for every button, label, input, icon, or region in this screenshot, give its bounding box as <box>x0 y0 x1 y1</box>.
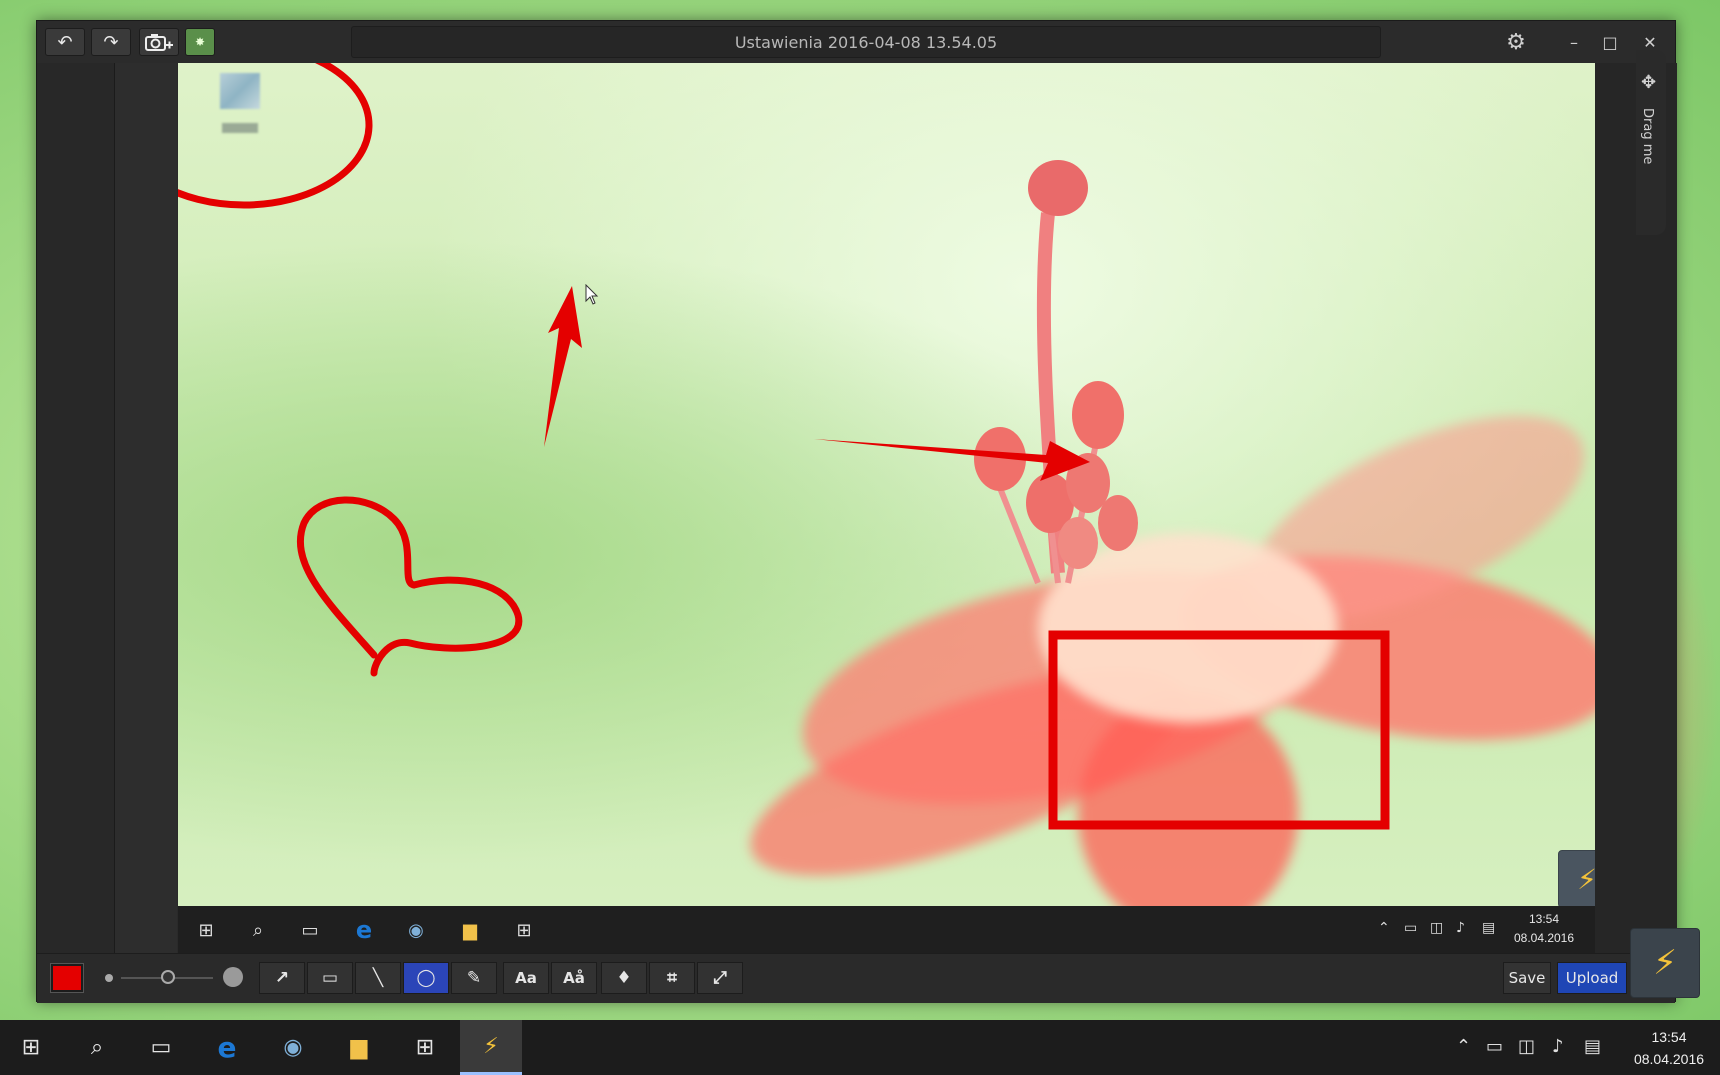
edge-icon: e <box>217 1031 237 1064</box>
captured-clock: 13:54 08.04.2016 <box>1507 910 1581 948</box>
app-tray-badge: ⚡ <box>1558 850 1595 908</box>
settings-button[interactable]: ⚙ <box>1499 27 1533 57</box>
task-view-icon: ▭ <box>301 919 319 941</box>
fx-icon: ✸ <box>194 35 206 49</box>
steam-icon: ◉ <box>408 919 424 941</box>
arrow-icon: ↗ <box>274 968 290 988</box>
action-center-icon[interactable]: ▤ <box>1584 1036 1601 1057</box>
screenshot-canvas[interactable]: ⚡ ⊞ ⌕ ▭ e ◉ ▆ ⊞ ⌃ ▭ ◫ ♪ ▤ 13:54 08.04.20… <box>178 63 1595 953</box>
arrow-tool-button[interactable]: ↗ <box>259 962 305 994</box>
new-capture-button[interactable] <box>139 28 179 56</box>
size-max-indicator <box>223 967 243 987</box>
edge-icon: e <box>355 916 373 944</box>
gear-icon: ⚙ <box>1506 29 1526 55</box>
crop-icon: ⌗ <box>667 968 677 988</box>
annotation-rectangle <box>1048 630 1390 830</box>
folder-icon: ▆ <box>463 919 477 941</box>
window-title: Ustawienia 2016-04-08 13.54.05 <box>351 26 1381 58</box>
left-panel <box>37 63 115 953</box>
resize-icon: ⤢ <box>713 968 727 988</box>
search-icon: ⌕ <box>252 919 264 941</box>
windows-start-icon: ⊞ <box>21 1035 41 1060</box>
network-icon: ◫ <box>1430 920 1444 936</box>
lightning-icon: ⚡ <box>1653 943 1677 983</box>
tray-chevron-icon: ⌃ <box>1378 920 1390 936</box>
screenshot-editor-window: ↶ ↷ ✸ Ustawienia 2016-04-08 13.54.05 ⚙ –… <box>36 20 1677 1003</box>
camera-plus-icon <box>145 34 173 51</box>
annotation-arrow-right <box>814 439 1090 481</box>
maximize-button[interactable]: □ <box>1593 27 1627 57</box>
store-icon: ⊞ <box>415 1035 435 1060</box>
rectangle-tool-button[interactable]: ▭ <box>307 962 353 994</box>
search-icon: ⌕ <box>90 1035 104 1060</box>
lightning-icon: ⚡ <box>1577 862 1595 896</box>
redo-button[interactable]: ↷ <box>91 28 131 56</box>
droplet-icon: ♦ <box>616 968 632 988</box>
steam-button[interactable]: ◉ <box>262 1020 324 1075</box>
title-bar: ↶ ↷ ✸ Ustawienia 2016-04-08 13.54.05 ⚙ –… <box>37 21 1675 63</box>
battery-icon: ▭ <box>1404 920 1418 936</box>
resize-tool-button[interactable]: ⤢ <box>697 962 743 994</box>
file-explorer-button[interactable]: ▆ <box>328 1020 390 1075</box>
minimize-button[interactable]: – <box>1557 27 1591 57</box>
screenshot-app-button[interactable]: ⚡ <box>460 1020 522 1075</box>
size-min-indicator <box>105 974 113 982</box>
text-style-icon: Aå <box>563 969 585 987</box>
start-button[interactable]: ⊞ <box>0 1020 62 1075</box>
rectangle-icon: ▭ <box>321 968 339 988</box>
annotation-layer <box>178 63 1390 830</box>
crop-tool-button[interactable]: ⌗ <box>649 962 695 994</box>
redo-icon: ↷ <box>103 31 119 53</box>
effects-button[interactable]: ✸ <box>185 28 215 56</box>
tray-chevron-icon[interactable]: ⌃ <box>1456 1036 1471 1057</box>
left-panel-inner <box>115 63 177 953</box>
notification-icon: ▤ <box>1482 920 1496 936</box>
captured-time: 13:54 <box>1528 912 1560 926</box>
drag-handle[interactable]: ✥ Drag me <box>1636 50 1666 235</box>
undo-button[interactable]: ↶ <box>45 28 85 56</box>
steam-icon: ◉ <box>283 1035 303 1060</box>
undo-icon: ↶ <box>57 31 73 53</box>
annotation-arrow-up <box>544 286 582 447</box>
line-icon: ╲ <box>372 968 384 988</box>
system-clock[interactable]: 13:54 08.04.2016 <box>1626 1026 1712 1070</box>
store-button[interactable]: ⊞ <box>394 1020 456 1075</box>
move-icon: ✥ <box>1641 72 1657 93</box>
ellipse-icon: ◯ <box>416 968 436 988</box>
volume-icon[interactable]: ♪ <box>1552 1036 1564 1057</box>
blur-tool-button[interactable]: ♦ <box>601 962 647 994</box>
task-view-icon: ▭ <box>150 1035 172 1060</box>
text-tool-button[interactable]: Aa <box>503 962 549 994</box>
clock-time: 13:54 <box>1651 1029 1687 1045</box>
windows-taskbar: ⊞ ⌕ ▭ e ◉ ▆ ⊞ ⚡ ⌃ ▭ ◫ ♪ ▤ 13:54 08.04.20… <box>0 1020 1720 1075</box>
volume-icon: ♪ <box>1456 920 1465 936</box>
ellipse-tool-button[interactable]: ◯ <box>403 962 449 994</box>
annotation-heart <box>296 496 523 677</box>
windows-start-icon: ⊞ <box>198 919 214 941</box>
upload-button[interactable]: Upload <box>1557 962 1627 994</box>
line-tool-button[interactable]: ╲ <box>355 962 401 994</box>
folder-icon: ▆ <box>350 1035 368 1060</box>
save-button[interactable]: Save <box>1503 962 1551 994</box>
store-icon: ⊞ <box>516 919 532 941</box>
lightning-icon: ⚡ <box>483 1033 499 1059</box>
text-style-tool-button[interactable]: Aå <box>551 962 597 994</box>
drag-label: Drag me <box>1640 108 1655 165</box>
captured-date: 08.04.2016 <box>1513 931 1575 945</box>
brush-size-slider-handle[interactable] <box>161 970 175 984</box>
pen-tool-button[interactable]: ✎ <box>451 962 497 994</box>
bottom-toolbar: ↗ ▭ ╲ ◯ ✎ Aa Aå ♦ ⌗ ⤢ Save Upload <box>37 953 1675 1003</box>
color-picker[interactable] <box>50 963 84 993</box>
text-icon: Aa <box>515 969 537 987</box>
network-icon[interactable]: ◫ <box>1518 1036 1535 1057</box>
clock-date: 08.04.2016 <box>1633 1051 1705 1067</box>
edge-button[interactable]: e <box>196 1020 258 1075</box>
task-view-button[interactable]: ▭ <box>130 1020 192 1075</box>
search-button[interactable]: ⌕ <box>66 1020 128 1075</box>
pen-icon: ✎ <box>466 968 482 988</box>
battery-icon[interactable]: ▭ <box>1486 1036 1503 1057</box>
captured-taskbar: ⊞ ⌕ ▭ e ◉ ▆ ⊞ ⌃ ▭ ◫ ♪ ▤ 13:54 08.04.2016 <box>178 906 1595 953</box>
desktop-app-badge: ⚡ <box>1630 928 1700 998</box>
annotation-ellipse <box>178 63 373 209</box>
